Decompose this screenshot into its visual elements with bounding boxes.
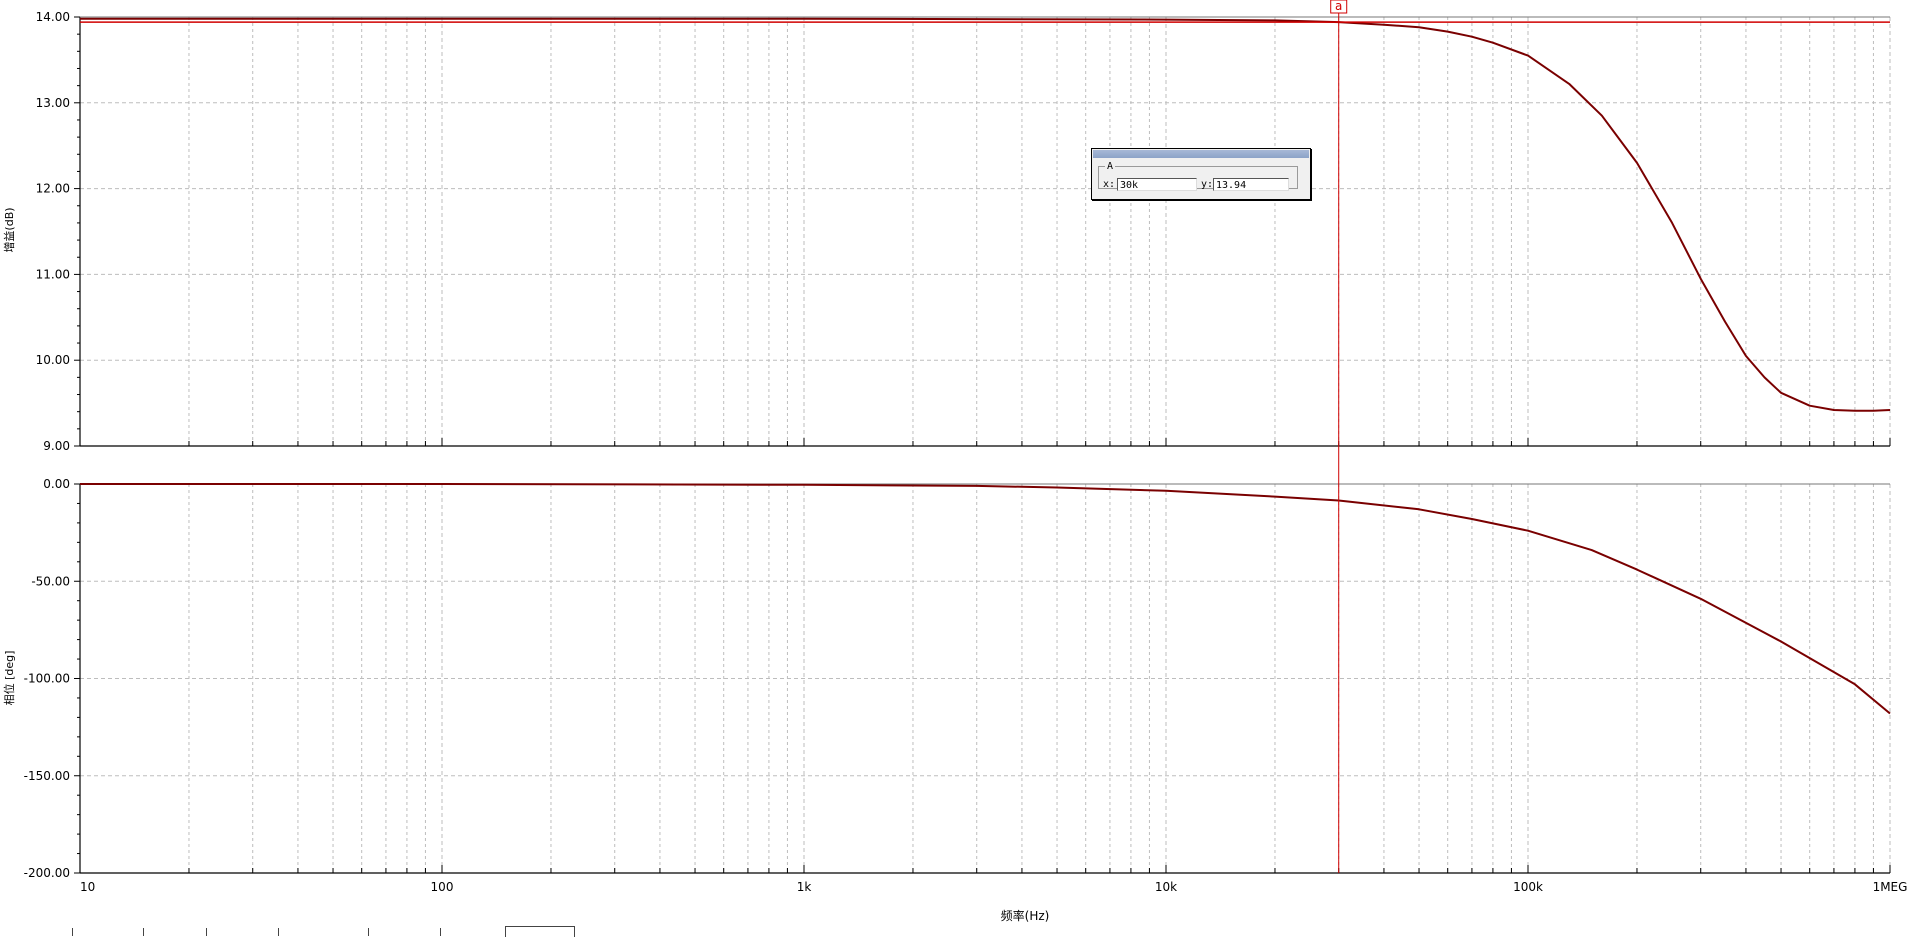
x-axis-label: 频率(Hz) (1001, 908, 1050, 923)
y-tick-label: -150.00 (24, 769, 70, 783)
cursor-readout-box[interactable]: A x: 30k y: 13.94 (1091, 148, 1311, 200)
cursor-x-label: x: (1103, 179, 1116, 190)
series-line (80, 17, 1891, 412)
series-line (80, 483, 1891, 715)
cursor-box-titlebar[interactable] (1093, 150, 1309, 158)
y-tick-label: 0.00 (43, 477, 70, 491)
y-tick-label: 10.00 (36, 353, 70, 367)
x-tick-label: 1k (797, 880, 812, 894)
cursor-layer[interactable]: a (80, 0, 1890, 873)
toolbar-separator (143, 928, 144, 936)
cursor-x-field[interactable]: 30k (1117, 178, 1197, 191)
y-tick-label: -200.00 (24, 866, 70, 880)
phase-panel: -200.00 -150.00 -100.00 -50.00 0.00 相位 [deg] 1… (2, 477, 1907, 923)
y-tick-label: 14.00 (36, 10, 70, 24)
x-tick-label: 100 (431, 880, 454, 894)
cursor-y-label: y: (1201, 179, 1214, 190)
y-axis-label: 相位 [deg] (2, 651, 16, 706)
toolbar-separator (278, 928, 279, 936)
y-tick-label: -100.00 (24, 672, 70, 686)
bottom-toolbar-edge (0, 924, 600, 937)
bode-plot: 9.00 10.00 11.00 12.00 13.00 14.00 增益(dB) -200… (2, 0, 1907, 923)
x-tick-label: 100k (1513, 880, 1543, 894)
x-tick-label: 10 (80, 880, 95, 894)
y-tick-label: 9.00 (43, 439, 70, 453)
cursor-legend: A (1107, 161, 1114, 172)
toolbar-separator (440, 928, 441, 936)
cursor-y-field[interactable]: 13.94 (1213, 178, 1289, 191)
cursor-fieldset: A x: 30k y: 13.94 (1098, 161, 1298, 191)
toolbar-separator (72, 928, 73, 936)
y-tick-label: 12.00 (36, 182, 70, 196)
y-axis-label: 增益(dB) (2, 207, 16, 252)
y-tick-label: -50.00 (31, 574, 70, 588)
x-tick-label: 10k (1155, 880, 1177, 894)
toolbar-separator (206, 928, 207, 936)
x-tick-label: 1MEG (1873, 880, 1908, 894)
gain-panel: 9.00 10.00 11.00 12.00 13.00 14.00 增益(dB) (2, 10, 1891, 453)
toolbar-tab[interactable] (505, 926, 575, 937)
y-tick-label: 11.00 (36, 267, 70, 281)
toolbar-separator (368, 928, 369, 936)
y-tick-label: 13.00 (36, 96, 70, 110)
cursor-tag-label: a (1335, 0, 1342, 13)
